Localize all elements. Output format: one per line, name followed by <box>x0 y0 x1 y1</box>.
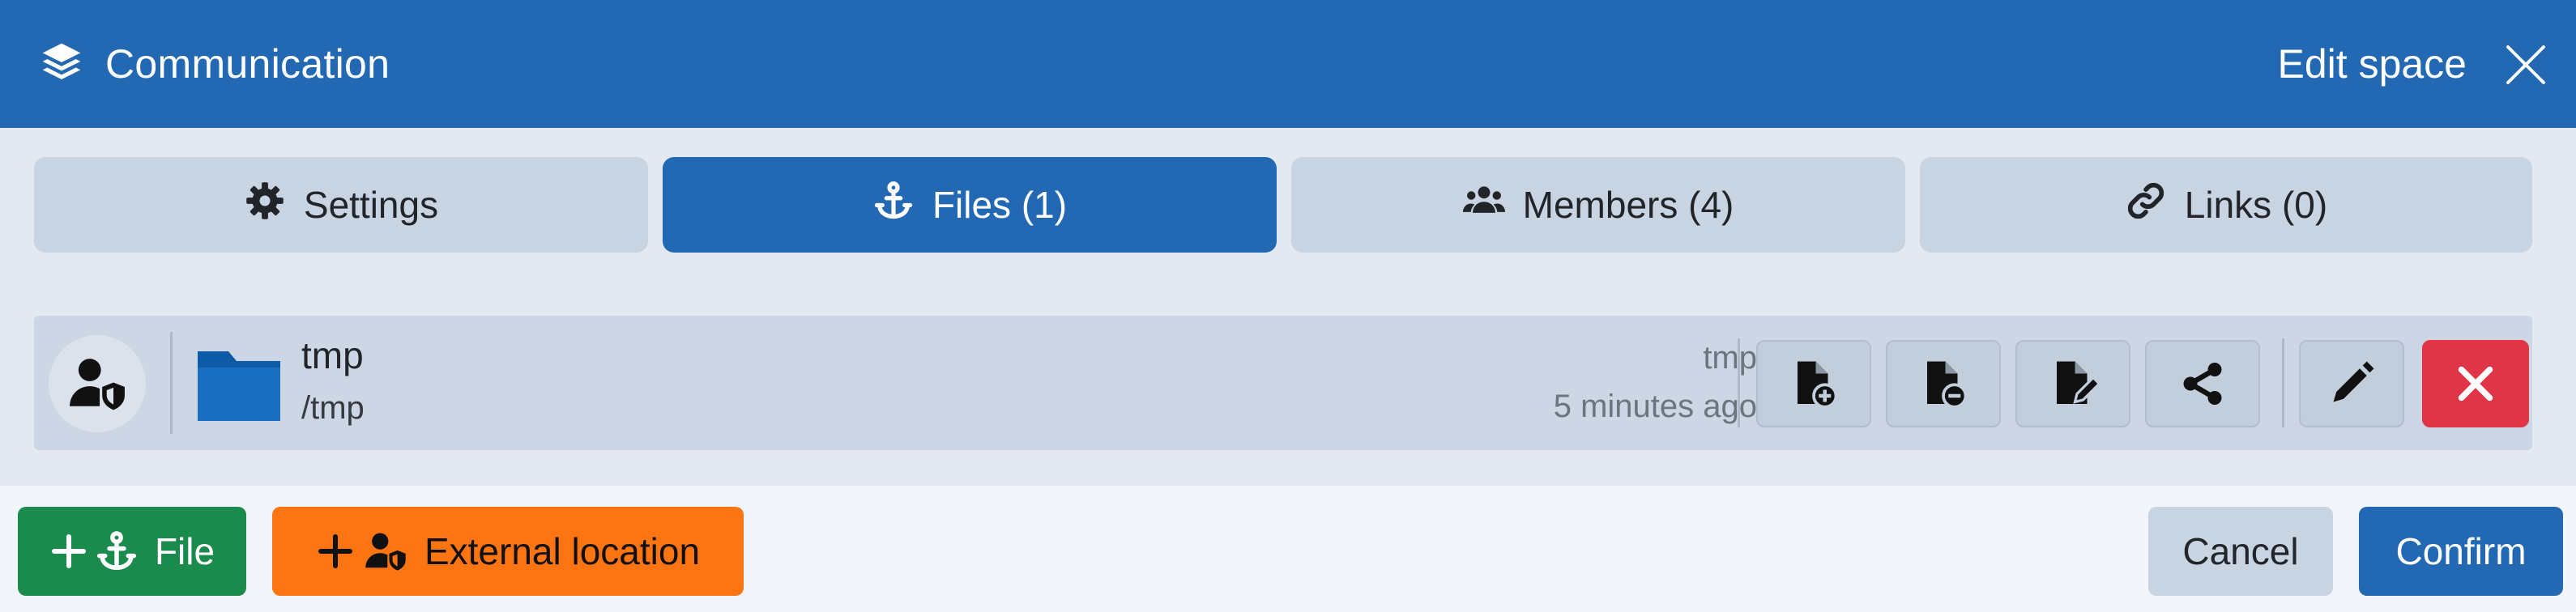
file-edit-icon <box>2057 361 2097 404</box>
add-file-button-footer[interactable]: File <box>18 507 246 596</box>
gear-icon <box>244 180 304 231</box>
external-location-label: External location <box>424 530 701 572</box>
delete-button[interactable] <box>2422 340 2529 427</box>
layers-icon <box>39 40 84 89</box>
file-remove-icon <box>1927 361 1968 408</box>
file-path: /tmp <box>301 390 365 426</box>
user-shield-icon <box>49 335 146 432</box>
space-title: Communication <box>105 41 390 87</box>
tab-links[interactable]: Links (0) <box>1920 157 2532 253</box>
add-file-label: File <box>154 530 215 572</box>
file-meta: tmp 5 minutes ago <box>1330 316 1757 450</box>
folder-icon <box>193 345 285 426</box>
anchor-icon <box>872 180 932 231</box>
plus-icon <box>51 534 86 568</box>
user-shield-icon <box>365 533 406 571</box>
divider <box>170 332 173 434</box>
link-icon <box>2125 180 2185 231</box>
rename-button[interactable] <box>2299 340 2404 427</box>
tab-bar: Settings Files (1) Members (4) Links (0) <box>0 128 2576 275</box>
divider <box>1738 338 1740 427</box>
close-icon[interactable] <box>2501 40 2550 89</box>
remove-file-button[interactable] <box>1886 340 2001 427</box>
file-modified-time: 5 minutes ago <box>1553 389 1757 424</box>
share-icon <box>2183 363 2222 405</box>
tab-members[interactable]: Members (4) <box>1291 157 1905 253</box>
confirm-button[interactable]: Confirm <box>2359 507 2563 596</box>
modal-footer: File External location Cancel Confirm <box>0 486 2576 612</box>
tab-members-label: Members (4) <box>1522 184 1734 226</box>
tab-links-label: Links (0) <box>2184 184 2328 226</box>
file-row: tmp /tmp tmp 5 minutes ago <box>34 316 2532 450</box>
share-button[interactable] <box>2145 340 2260 427</box>
tab-files-label: Files (1) <box>932 184 1068 226</box>
file-add-icon <box>1798 361 1838 408</box>
file-owner: tmp <box>1703 340 1757 376</box>
file-name[interactable]: tmp <box>301 334 364 377</box>
users-icon <box>1462 180 1523 231</box>
edit-file-button[interactable] <box>2015 340 2130 427</box>
divider <box>2282 338 2284 427</box>
tab-settings[interactable]: Settings <box>34 157 648 253</box>
tab-settings-label: Settings <box>303 184 439 226</box>
header-title-group: Communication <box>39 36 390 92</box>
delete-x-icon <box>2458 366 2493 402</box>
anchor-icon <box>96 531 137 570</box>
edit-space-label: Edit space <box>2277 41 2467 87</box>
add-file-button[interactable] <box>1756 340 1871 427</box>
cancel-button[interactable]: Cancel <box>2148 507 2333 596</box>
add-external-location-button[interactable]: External location <box>272 507 744 596</box>
modal-header: Communication Edit space <box>0 0 2576 128</box>
pencil-icon <box>2333 361 2374 402</box>
plus-icon <box>318 534 352 568</box>
tab-files[interactable]: Files (1) <box>663 157 1277 253</box>
